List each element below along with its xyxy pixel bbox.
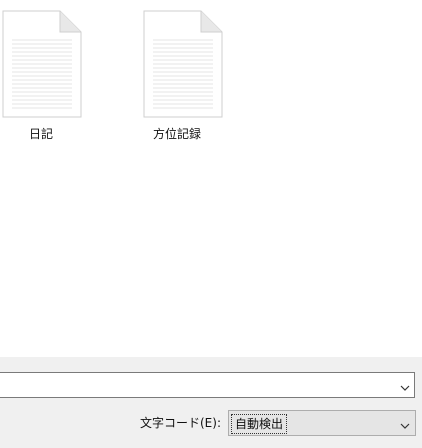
encoding-selected-value: 自動検出 bbox=[231, 414, 288, 434]
text-file-icon bbox=[2, 10, 82, 118]
file-dialog: 日記 方位記録 文字コード(E): 自動検出 bbox=[0, 0, 422, 448]
file-item[interactable]: 方位記録 bbox=[141, 10, 223, 144]
chevron-down-icon[interactable] bbox=[400, 379, 410, 391]
file-name: 日記 bbox=[29, 127, 54, 141]
chevron-down-icon[interactable] bbox=[400, 417, 410, 429]
encoding-dropdown[interactable]: 自動検出 bbox=[228, 410, 416, 436]
file-item[interactable]: 日記 bbox=[0, 10, 82, 144]
filename-combobox[interactable] bbox=[0, 372, 415, 398]
encoding-label: 文字コード(E): bbox=[140, 416, 221, 430]
file-name: 方位記録 bbox=[153, 127, 202, 141]
text-file-icon bbox=[143, 10, 223, 118]
